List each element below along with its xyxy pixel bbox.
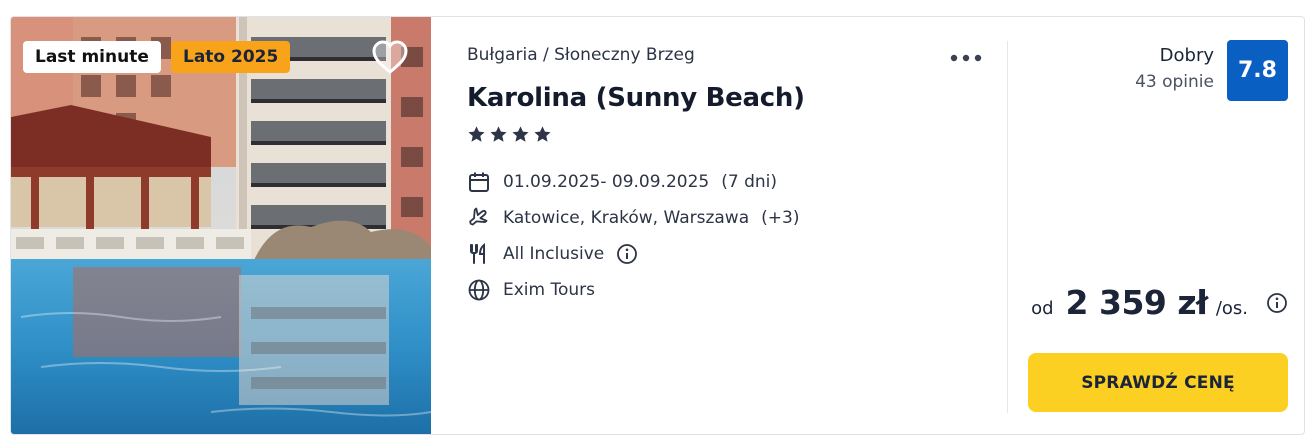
dates-row: 01.09.2025- 09.09.2025 (7 dni)	[467, 169, 777, 195]
dates-text: 01.09.2025- 09.09.2025	[503, 172, 710, 192]
star-icon	[490, 126, 507, 142]
operator-row: Exim Tours	[467, 277, 595, 303]
info-icon[interactable]	[616, 243, 638, 265]
cutlery-icon	[470, 242, 485, 264]
season-badge: Lato 2025	[171, 41, 291, 73]
operator-text: Exim Tours	[503, 280, 596, 300]
price-amount: 2 359 zł	[1065, 283, 1209, 322]
rating-label: Dobry	[1159, 45, 1214, 66]
board-text: All Inclusive	[503, 244, 605, 264]
star-icon	[512, 126, 529, 142]
rating-score-badge: 7.8	[1227, 40, 1288, 101]
hotel-stars	[467, 125, 552, 147]
departures-text: Katowice, Kraków, Warszawa	[503, 208, 750, 228]
price-prefix: od	[1031, 298, 1054, 319]
column-divider	[1007, 41, 1008, 413]
departures-row: Katowice, Kraków, Warszawa (+3)	[467, 205, 799, 231]
plane-icon	[469, 207, 488, 226]
duration-text: (7 dni)	[721, 172, 777, 192]
star-icon	[468, 126, 485, 142]
last-minute-badge: Last minute	[23, 41, 161, 73]
board-row: All Inclusive	[467, 241, 638, 267]
check-price-button[interactable]: SPRAWDŹ CENĘ	[1028, 353, 1288, 412]
reviews-count[interactable]: 43 opinie	[1135, 72, 1214, 92]
heart-icon[interactable]	[371, 39, 409, 75]
hotel-name[interactable]: Karolina (Sunny Beach)	[467, 83, 805, 113]
hotel-photo-image	[11, 17, 431, 434]
globe-icon	[468, 279, 490, 301]
info-icon[interactable]	[1266, 292, 1288, 314]
calendar-icon	[469, 172, 489, 192]
offer-card[interactable]: Last minute Lato 2025 Bułgaria / Słonecz…	[10, 16, 1305, 435]
more-dots-icon[interactable]	[949, 47, 983, 69]
price-unit: /os.	[1215, 298, 1248, 319]
location-breadcrumb[interactable]: Bułgaria / Słoneczny Brzeg	[467, 45, 695, 65]
rating-summary: Dobry 43 opinie	[1135, 45, 1214, 92]
departures-extra[interactable]: (+3)	[761, 208, 799, 228]
offer-details: Bułgaria / Słoneczny Brzeg Karolina (Sun…	[467, 17, 997, 434]
price-row: od 2 359 zł /os.	[1031, 283, 1288, 323]
hotel-photo[interactable]: Last minute Lato 2025	[11, 17, 431, 434]
star-icon	[534, 126, 551, 142]
